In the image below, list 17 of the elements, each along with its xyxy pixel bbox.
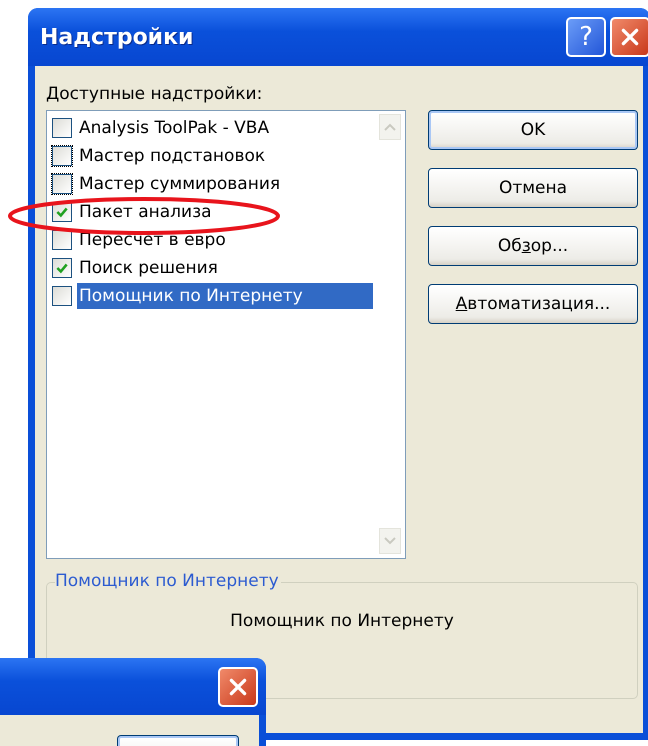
window-title: Надстройки [40,24,194,50]
description-text: Помощник по Интернету [230,611,454,633]
list-item[interactable]: Мастер подстановок [77,143,268,169]
list-item[interactable]: Пересчет в евро [77,227,228,253]
list-label: Доступные надстройки: [46,84,264,106]
dialog-button[interactable]: Автоматизация... [428,284,638,324]
dialog-button[interactable]: Обзор... [428,226,638,266]
list-item[interactable]: Поиск решения [77,255,220,281]
help-button[interactable]: ? [566,17,606,57]
group-title: Помощник по Интернету [55,571,281,591]
list-item[interactable]: Помощник по Интернету [77,283,373,309]
list-item[interactable]: Мастер суммирования [77,171,282,197]
addin-list[interactable]: Analysis ToolPak - VBA Мастер подстановок Мастер суммирования Пакет анализа Пересчет в евро Поиск решения Помощник по Интернету [46,110,406,559]
dialog-button[interactable]: Отмена [428,168,638,208]
list-item[interactable]: Пакет анализа [77,199,214,225]
dialog-button[interactable]: OK [428,110,638,150]
list-item[interactable]: Analysis ToolPak - VBA [77,115,272,141]
